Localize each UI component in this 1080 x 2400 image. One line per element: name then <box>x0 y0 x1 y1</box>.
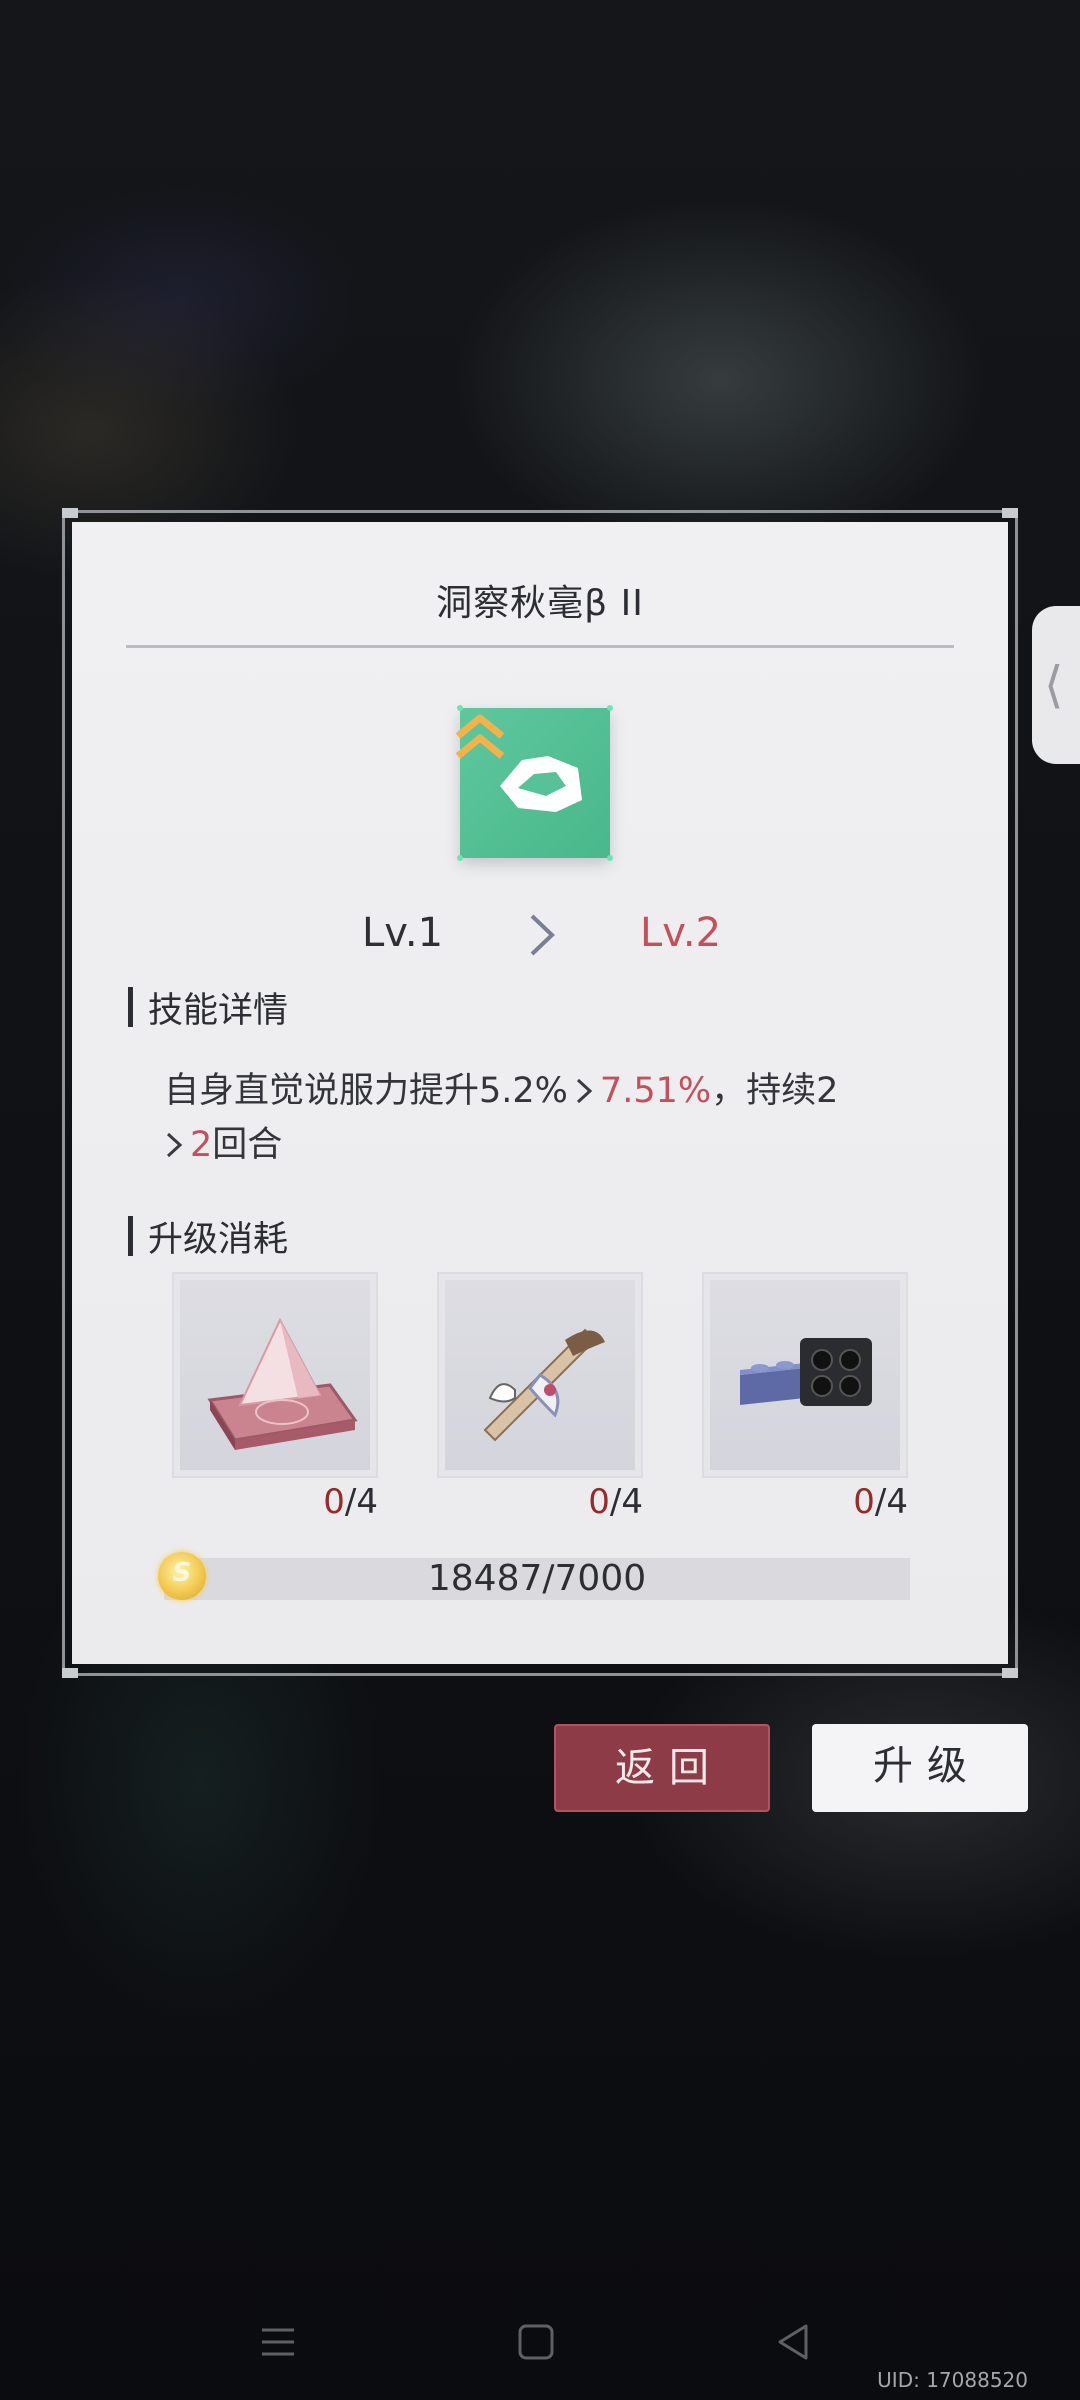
skill-title: 洞察秋毫β II <box>436 583 644 624</box>
section-marker <box>128 987 133 1027</box>
frame-corner <box>1002 508 1018 518</box>
desc-new-value: 2 <box>190 1125 213 1165</box>
black-building-block-icon <box>740 1338 872 1406</box>
back-icon[interactable] <box>772 2320 816 2364</box>
section-marker <box>128 1216 133 1256</box>
back-button[interactable]: 返回 <box>554 1724 770 1812</box>
upgrade-cost-heading: 升级消耗 <box>148 1220 289 1260</box>
material-have: 0 <box>588 1482 610 1522</box>
feather-quill-ribbon-icon <box>483 1328 605 1442</box>
material-slot[interactable] <box>437 1272 643 1478</box>
level-from: Lv.1 <box>362 910 444 956</box>
material-need: /4 <box>874 1482 908 1522</box>
uid-label: UID: 17088520 <box>877 2368 1028 2392</box>
coin-amount: 18487/7000 <box>427 1558 647 1599</box>
level-to: Lv.2 <box>640 910 722 956</box>
frame-corner <box>62 508 78 518</box>
chevron-right-icon <box>530 914 555 956</box>
material-slot[interactable] <box>172 1272 378 1478</box>
chevron-right-icon <box>166 1132 183 1158</box>
skill-icon[interactable] <box>455 705 613 861</box>
desc-text: 回合 <box>212 1125 283 1165</box>
desc-text: 自身直觉说服力提升5.2% <box>164 1071 568 1111</box>
chevron-left-icon: ⟨ <box>1044 656 1064 714</box>
material-slot[interactable] <box>702 1272 908 1478</box>
material-need: /4 <box>344 1482 378 1522</box>
skill-description: 自身直觉说服力提升5.2% 7.51%，持续2 2回合 <box>164 1064 944 1172</box>
level-row: Lv.1 Lv.2 <box>72 910 1008 970</box>
material-count: 0/4 <box>437 1482 643 1522</box>
home-icon[interactable] <box>514 2320 558 2364</box>
frame-corner <box>1002 1668 1018 1678</box>
desc-new-value: 7.51% <box>599 1071 712 1111</box>
desc-text: ，持续2 <box>711 1071 839 1111</box>
chevron-right-icon <box>576 1078 593 1104</box>
material-count: 0/4 <box>172 1482 378 1522</box>
material-have: 0 <box>323 1482 345 1522</box>
side-drawer-tab[interactable]: ⟨ <box>1032 606 1080 764</box>
material-have: 0 <box>853 1482 875 1522</box>
skill-detail-heading: 技能详情 <box>148 991 289 1031</box>
title-divider <box>126 645 954 648</box>
upgrade-button[interactable]: 升级 <box>812 1724 1028 1812</box>
material-count: 0/4 <box>702 1482 908 1522</box>
upgrade-dialog: 洞察秋毫β II Lv.1 Lv.2 技能详情 自身直觉说服力提升5.2% 7.5… <box>72 522 1008 1664</box>
lips-icon <box>500 756 582 812</box>
pink-crystal-pyramid-icon <box>207 1317 358 1450</box>
menu-icon[interactable] <box>256 2320 300 2364</box>
material-need: /4 <box>609 1482 643 1522</box>
frame-corner <box>62 1668 78 1678</box>
